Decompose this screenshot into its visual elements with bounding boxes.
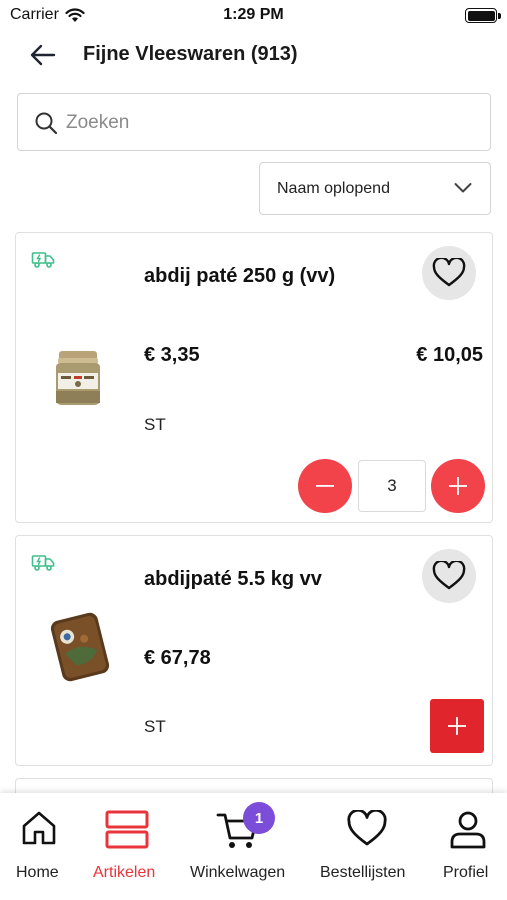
status-bar: Carrier 1:29 PM	[0, 0, 507, 32]
cart-icon-wrapper: 1	[216, 802, 275, 850]
search-icon	[35, 112, 58, 135]
page-title: Fijne Vleeswaren (913)	[83, 43, 298, 65]
truck-icon	[31, 555, 55, 571]
product-card[interactable]: abdijpaté 5.5 kg vv € 67,78 ST	[15, 535, 493, 766]
decrease-quantity-button[interactable]	[298, 459, 352, 513]
user-icon	[450, 811, 486, 849]
battery-icon	[465, 8, 497, 23]
favorite-button[interactable]	[422, 246, 476, 300]
quantity-input[interactable]: 3	[358, 460, 426, 512]
tab-home[interactable]: Home	[0, 793, 78, 900]
tab-label: Home	[16, 864, 59, 881]
home-icon	[22, 811, 56, 845]
tab-label: Profiel	[443, 864, 489, 881]
search-box[interactable]	[17, 93, 491, 151]
sort-selected-value: Naam oplopend	[277, 180, 390, 197]
tab-label: Artikelen	[93, 864, 156, 881]
list-icon	[105, 810, 149, 849]
tab-bestellijsten[interactable]: Bestellijsten	[316, 793, 420, 900]
unit-label: ST	[144, 415, 166, 434]
plus-icon	[449, 477, 467, 495]
cart-count-badge: 1	[243, 802, 275, 834]
product-image[interactable]	[50, 345, 106, 409]
unit-label: ST	[144, 717, 166, 736]
heart-icon	[347, 810, 387, 846]
arrow-left-icon	[30, 44, 56, 66]
favorite-button[interactable]	[422, 549, 476, 603]
product-image[interactable]	[50, 610, 110, 684]
product-card[interactable]: abdij paté 250 g (vv) € 3,35 € 10,05 ST …	[15, 232, 493, 523]
tab-winkelwagen[interactable]: 1 Winkelwagen	[184, 793, 300, 900]
chevron-down-icon	[454, 183, 472, 193]
increase-quantity-button[interactable]	[431, 459, 485, 513]
plus-icon	[448, 717, 466, 735]
heart-icon	[432, 561, 466, 590]
add-to-cart-button[interactable]	[430, 699, 484, 753]
minus-icon	[316, 485, 334, 487]
tab-artikelen[interactable]: Artikelen	[84, 793, 170, 900]
search-input[interactable]	[66, 108, 476, 138]
tab-label: Winkelwagen	[190, 864, 286, 881]
tab-profiel[interactable]: Profiel	[436, 793, 500, 900]
status-time: 1:29 PM	[223, 6, 284, 23]
sort-dropdown[interactable]: Naam oplopend	[259, 162, 491, 215]
heart-icon	[432, 258, 466, 287]
truck-icon	[31, 252, 55, 268]
unit-price: € 3,35	[144, 344, 200, 366]
back-button[interactable]	[26, 40, 60, 70]
tab-label: Bestellijsten	[320, 864, 406, 881]
tab-bar: Home Artikelen 1 Winkelwagen Bestellijst…	[0, 793, 507, 900]
unit-price: € 67,78	[144, 647, 211, 669]
total-price: € 10,05	[416, 344, 483, 366]
header: Fijne Vleeswaren (913)	[0, 34, 507, 76]
product-name[interactable]: abdij paté 250 g (vv)	[144, 265, 335, 288]
product-name[interactable]: abdijpaté 5.5 kg vv	[144, 568, 322, 591]
